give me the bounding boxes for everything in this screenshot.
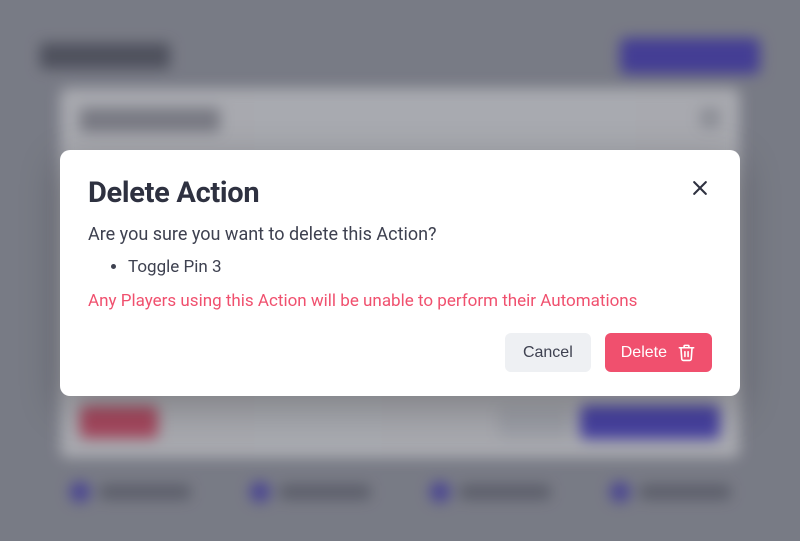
trash-icon [677, 343, 696, 362]
page-backdrop: Delete Action Are you sure you want to d… [0, 0, 800, 541]
action-list: Toggle Pin 3 [88, 257, 712, 277]
modal-title: Delete Action [88, 176, 259, 210]
modal-warning: Any Players using this Action will be un… [88, 291, 712, 311]
delete-action-modal: Delete Action Are you sure you want to d… [60, 150, 740, 396]
modal-question: Are you sure you want to delete this Act… [88, 224, 712, 245]
modal-actions: Cancel Delete [88, 333, 712, 372]
close-button[interactable] [688, 176, 712, 200]
delete-button-label: Delete [621, 344, 667, 362]
list-item: Toggle Pin 3 [128, 257, 712, 277]
close-icon [690, 178, 710, 198]
cancel-button[interactable]: Cancel [505, 333, 591, 372]
delete-button[interactable]: Delete [605, 333, 712, 372]
modal-header: Delete Action [88, 176, 712, 210]
